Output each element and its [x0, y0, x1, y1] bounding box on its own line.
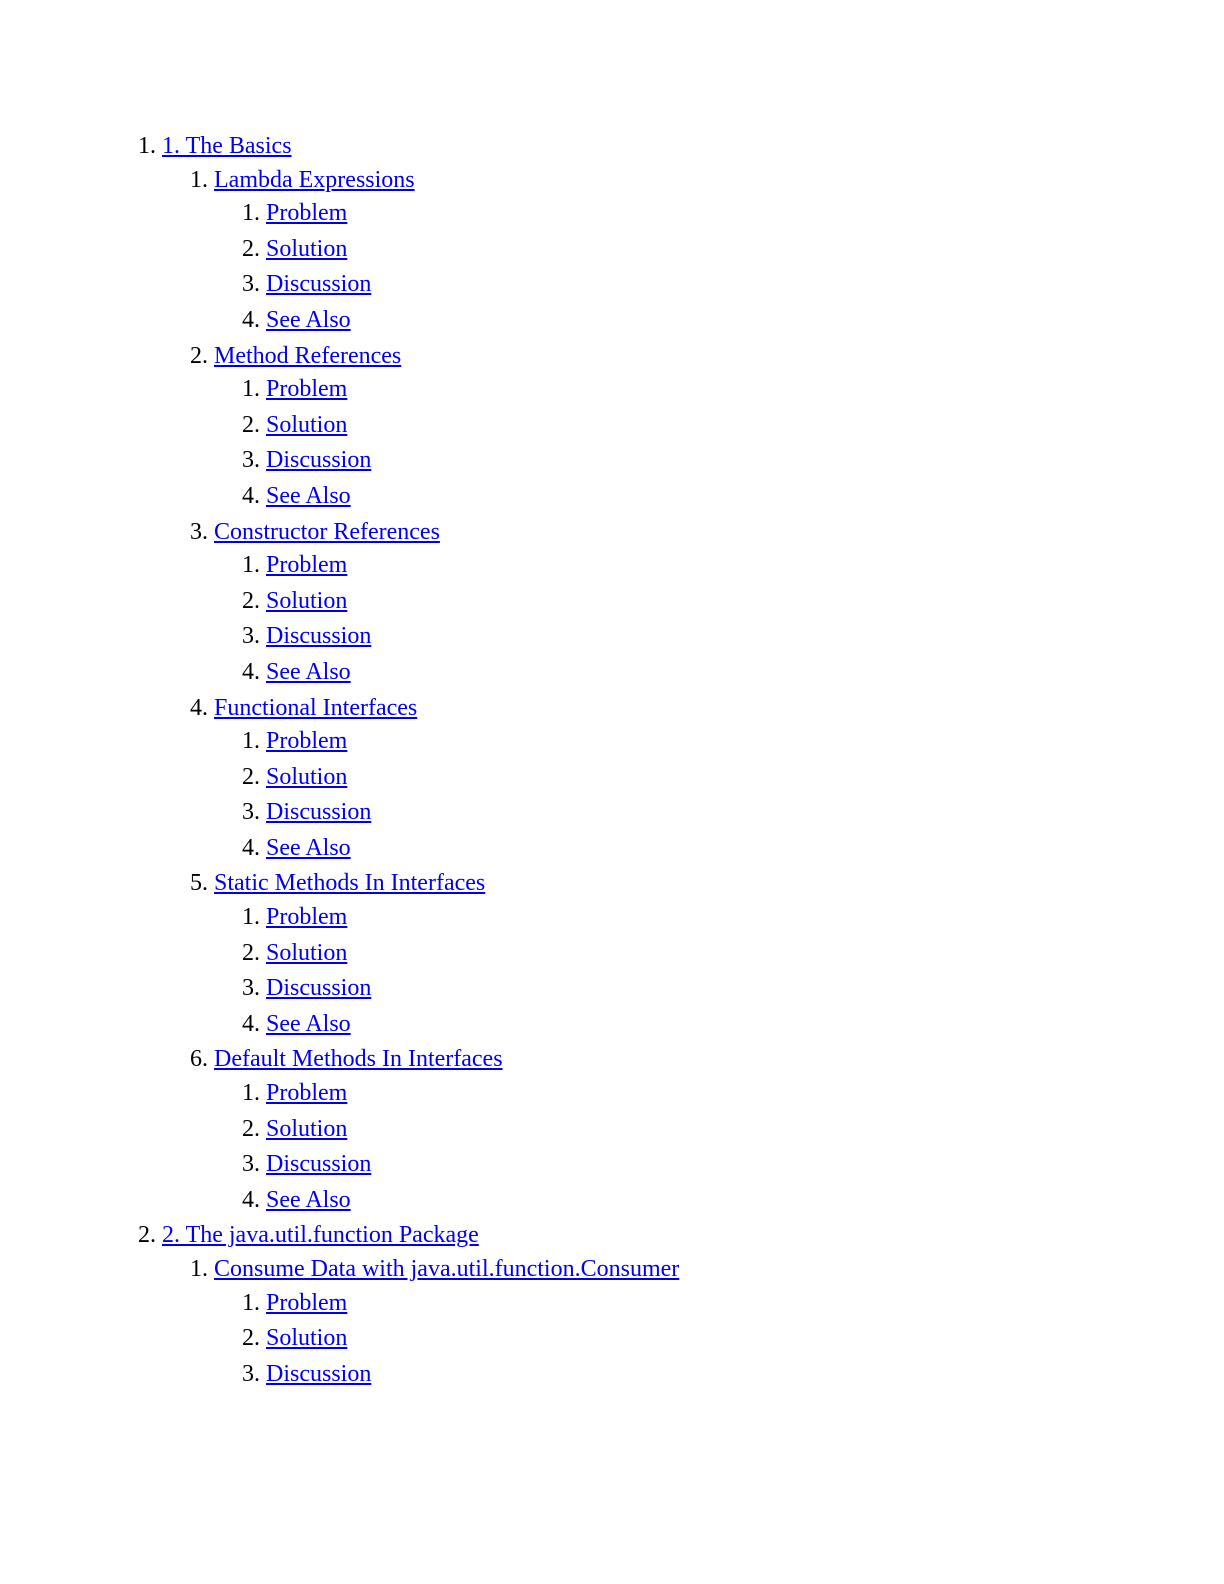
- toc-link-discussion[interactable]: Discussion: [266, 623, 371, 649]
- toc-link-solution[interactable]: Solution: [266, 764, 347, 790]
- toc-link-see-also[interactable]: See Also: [266, 659, 351, 685]
- toc-link-consumer[interactable]: Consume Data with java.util.function.Con…: [214, 1256, 679, 1282]
- toc-subsection: See Also: [266, 1008, 1224, 1042]
- toc-link-discussion[interactable]: Discussion: [266, 799, 371, 825]
- toc-chapter-1: 1. The Basics Lambda Expressions Problem…: [162, 130, 1224, 1217]
- toc-subsection: Discussion: [266, 620, 1224, 654]
- toc-subsections: Problem Solution Discussion See Also: [214, 197, 1224, 337]
- toc-subsection: See Also: [266, 1184, 1224, 1218]
- toc-link-static-methods[interactable]: Static Methods In Interfaces: [214, 870, 485, 896]
- toc-link-method-references[interactable]: Method References: [214, 343, 401, 369]
- toc-link-problem[interactable]: Problem: [266, 552, 347, 578]
- toc-link-discussion[interactable]: Discussion: [266, 1361, 371, 1387]
- toc-link-lambda-expressions[interactable]: Lambda Expressions: [214, 167, 415, 193]
- toc-subsection: Problem: [266, 549, 1224, 583]
- toc-subsection: See Also: [266, 832, 1224, 866]
- toc-section: Static Methods In Interfaces Problem Sol…: [214, 867, 1224, 1041]
- toc-link-the-basics[interactable]: 1. The Basics: [162, 133, 292, 159]
- toc-subsection: Problem: [266, 725, 1224, 759]
- toc-subsection: Solution: [266, 409, 1224, 443]
- toc-subsection: See Also: [266, 304, 1224, 338]
- toc-subsection: Solution: [266, 233, 1224, 267]
- toc-subsection: Problem: [266, 1287, 1224, 1321]
- toc-section: Constructor References Problem Solution …: [214, 516, 1224, 690]
- toc-link-discussion[interactable]: Discussion: [266, 1151, 371, 1177]
- toc-subsection: Discussion: [266, 972, 1224, 1006]
- toc-subsection: Discussion: [266, 1358, 1224, 1392]
- toc-subsection: Solution: [266, 1113, 1224, 1147]
- toc-link-solution[interactable]: Solution: [266, 412, 347, 438]
- toc-subsections: Problem Solution Discussion See Also: [214, 1077, 1224, 1217]
- toc-subsection: See Also: [266, 656, 1224, 690]
- toc-link-see-also[interactable]: See Also: [266, 307, 351, 333]
- toc-link-solution[interactable]: Solution: [266, 1325, 347, 1351]
- toc-link-default-methods[interactable]: Default Methods In Interfaces: [214, 1046, 503, 1072]
- toc-section: Default Methods In Interfaces Problem So…: [214, 1043, 1224, 1217]
- toc-subsection: Problem: [266, 1077, 1224, 1111]
- toc-link-problem[interactable]: Problem: [266, 200, 347, 226]
- toc-link-discussion[interactable]: Discussion: [266, 271, 371, 297]
- toc-link-solution[interactable]: Solution: [266, 940, 347, 966]
- toc-link-discussion[interactable]: Discussion: [266, 975, 371, 1001]
- toc-subsection: Discussion: [266, 444, 1224, 478]
- toc-subsections: Problem Solution Discussion See Also: [214, 373, 1224, 513]
- toc-link-functional-interfaces[interactable]: Functional Interfaces: [214, 695, 417, 721]
- toc-link-problem[interactable]: Problem: [266, 904, 347, 930]
- toc-subsection: Problem: [266, 901, 1224, 935]
- toc-chapter-2: 2. The java.util.function Package Consum…: [162, 1219, 1224, 1391]
- toc-link-see-also[interactable]: See Also: [266, 1011, 351, 1037]
- toc-link-see-also[interactable]: See Also: [266, 1187, 351, 1213]
- toc-link-see-also[interactable]: See Also: [266, 835, 351, 861]
- toc-sections-ch1: Lambda Expressions Problem Solution Disc…: [162, 164, 1224, 1218]
- toc-link-problem[interactable]: Problem: [266, 376, 347, 402]
- toc-link-problem[interactable]: Problem: [266, 728, 347, 754]
- toc-subsection: Discussion: [266, 268, 1224, 302]
- toc-subsection: Discussion: [266, 796, 1224, 830]
- toc-section: Lambda Expressions Problem Solution Disc…: [214, 164, 1224, 338]
- toc-subsections: Problem Solution Discussion See Also: [214, 901, 1224, 1041]
- toc-root: 1. The Basics Lambda Expressions Problem…: [110, 130, 1224, 1391]
- toc-section: Method References Problem Solution Discu…: [214, 340, 1224, 514]
- toc-subsections: Problem Solution Discussion See Also: [214, 549, 1224, 689]
- toc-link-constructor-references[interactable]: Constructor References: [214, 519, 440, 545]
- toc-link-discussion[interactable]: Discussion: [266, 447, 371, 473]
- toc-subsection: Problem: [266, 373, 1224, 407]
- toc-subsection: Solution: [266, 937, 1224, 971]
- toc-link-problem[interactable]: Problem: [266, 1080, 347, 1106]
- toc-subsection: See Also: [266, 480, 1224, 514]
- toc-link-see-also[interactable]: See Also: [266, 483, 351, 509]
- toc-link-solution[interactable]: Solution: [266, 236, 347, 262]
- toc-section: Consume Data with java.util.function.Con…: [214, 1253, 1224, 1391]
- toc-link-function-package[interactable]: 2. The java.util.function Package: [162, 1222, 479, 1248]
- toc-subsection: Problem: [266, 197, 1224, 231]
- toc-subsection: Solution: [266, 1322, 1224, 1356]
- toc-section: Functional Interfaces Problem Solution D…: [214, 692, 1224, 866]
- toc-link-solution[interactable]: Solution: [266, 588, 347, 614]
- toc-subsections: Problem Solution Discussion See Also: [214, 725, 1224, 865]
- toc-subsection: Discussion: [266, 1148, 1224, 1182]
- toc-subsection: Solution: [266, 761, 1224, 795]
- toc-subsections: Problem Solution Discussion: [214, 1287, 1224, 1392]
- toc-link-solution[interactable]: Solution: [266, 1116, 347, 1142]
- toc-link-problem[interactable]: Problem: [266, 1290, 347, 1316]
- toc-subsection: Solution: [266, 585, 1224, 619]
- toc-sections-ch2: Consume Data with java.util.function.Con…: [162, 1253, 1224, 1391]
